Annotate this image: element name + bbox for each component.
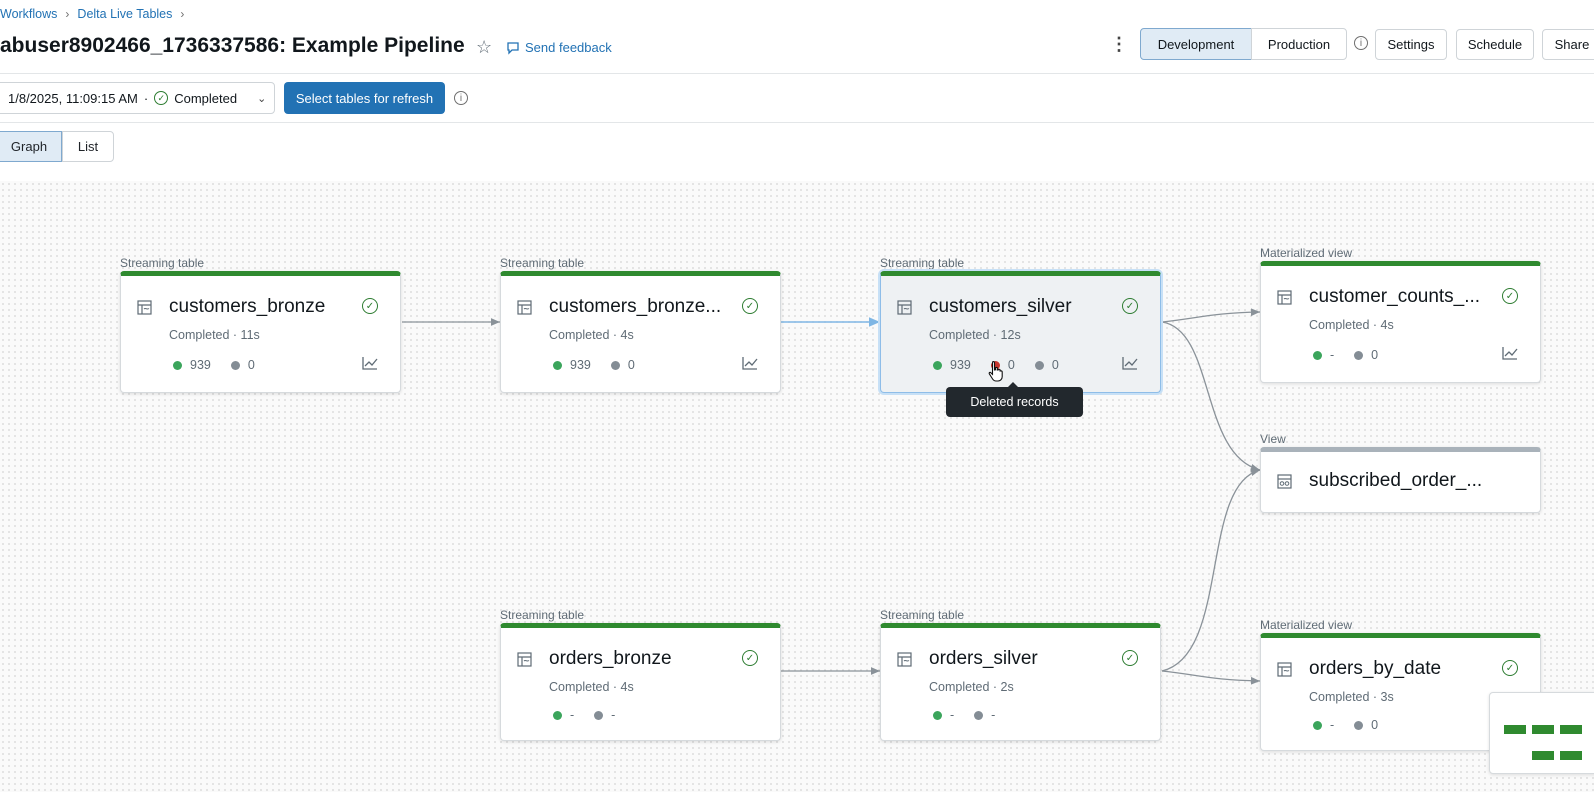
node-name: orders_silver [929, 648, 1038, 669]
node-type-label: Streaming table [880, 608, 965, 622]
node-status: Completed · 12s [929, 328, 1021, 342]
materialized-view-icon [1277, 290, 1292, 305]
graph-minimap[interactable] [1489, 692, 1594, 774]
view-icon [1277, 474, 1292, 489]
streaming-table-icon [517, 300, 532, 315]
node-status: Completed · 4s [1309, 318, 1394, 332]
line-chart-icon[interactable] [362, 356, 378, 370]
node-type-label: Streaming table [120, 256, 205, 270]
node-name: orders_bronze [549, 648, 672, 669]
node-type-label: View [1260, 432, 1286, 446]
node-metrics: - - [933, 708, 995, 722]
minimap-node [1532, 751, 1554, 760]
node-metrics: 939 0 [173, 358, 255, 372]
dropped-records-dot[interactable] [1034, 360, 1044, 370]
edge-silver-to-customer-counts [1161, 308, 1261, 323]
node-name: customers_bronze [169, 296, 326, 317]
line-chart-icon[interactable] [1502, 346, 1518, 360]
dropped-records-count: - [991, 708, 996, 722]
edge-silver-to-subscribed-view [1161, 321, 1261, 472]
node-metrics: - - [553, 708, 615, 722]
materialized-view-icon [1277, 662, 1292, 677]
dropped-records-dot[interactable] [1354, 350, 1364, 360]
node-customers-bronze-2[interactable]: customers_bronze... ✓ Completed · 4s 939… [500, 271, 781, 393]
check-circle-icon: ✓ [1122, 298, 1138, 314]
node-metrics: - 0 [1313, 718, 1378, 732]
node-status: Completed · 4s [549, 680, 634, 694]
node-status: Completed · 3s [1309, 690, 1394, 704]
dropped-records-dot[interactable] [1354, 720, 1364, 730]
node-customer-counts[interactable]: customer_counts_... ✓ Completed · 4s - 0 [1260, 261, 1541, 383]
node-type-label: Materialized view [1260, 246, 1353, 260]
dropped-records-count: 0 [1051, 358, 1059, 372]
minimap-node [1504, 725, 1526, 734]
node-customers-silver[interactable]: customers_silver ✓ Completed · 12s 939 0… [880, 271, 1161, 393]
edge-orders-silver-to-subscribed-view [1161, 468, 1261, 672]
streaming-table-icon [517, 652, 532, 667]
node-status: Completed · 11s [169, 328, 260, 342]
written-records-dot[interactable] [553, 360, 562, 370]
node-name: customer_counts_... [1309, 286, 1481, 307]
dropped-records-count: 0 [1371, 718, 1379, 732]
streaming-table-icon [897, 300, 912, 315]
minimap-node [1532, 725, 1554, 734]
edge-orders-silver-to-orders-by-date [1161, 670, 1261, 685]
node-name: customers_bronze... [549, 296, 722, 317]
minimap-node [1560, 725, 1582, 734]
check-circle-icon: ✓ [742, 298, 758, 314]
dropped-records-count: 0 [1371, 348, 1379, 362]
hand-cursor-icon [988, 360, 1003, 382]
node-status: Completed · 4s [549, 328, 634, 342]
deleted-records-tooltip: Deleted records [946, 382, 1083, 417]
node-orders-bronze[interactable]: orders_bronze ✓ Completed · 4s - - [500, 623, 781, 741]
dropped-records-count: 0 [247, 358, 255, 372]
written-records-count: - [1330, 718, 1335, 732]
check-circle-icon: ✓ [1502, 660, 1518, 676]
written-records-count: 939 [570, 358, 591, 372]
written-records-dot[interactable] [933, 710, 942, 720]
check-circle-icon: ✓ [362, 298, 378, 314]
deleted-records-count: 0 [1007, 358, 1015, 372]
minimap-node [1560, 751, 1582, 760]
written-records-count: - [1330, 348, 1335, 362]
check-circle-icon: ✓ [1502, 288, 1518, 304]
dropped-records-count: - [611, 708, 616, 722]
node-subscribed-order-view[interactable]: subscribed_order_... [1260, 447, 1541, 513]
dropped-records-count: 0 [627, 358, 635, 372]
dropped-records-dot[interactable] [230, 360, 240, 370]
line-chart-icon[interactable] [742, 356, 758, 370]
node-customers-bronze[interactable]: customers_bronze ✓ Completed · 11s 939 0 [120, 271, 401, 393]
written-records-dot[interactable] [553, 710, 562, 720]
node-name: orders_by_date [1309, 658, 1442, 679]
written-records-dot[interactable] [933, 360, 942, 370]
written-records-count: 939 [190, 358, 211, 372]
node-type-label: Streaming table [500, 256, 585, 270]
streaming-table-icon [137, 300, 152, 315]
node-metrics: - 0 [1313, 348, 1378, 362]
dropped-records-dot[interactable] [610, 360, 620, 370]
check-circle-icon: ✓ [1122, 650, 1138, 666]
node-name: customers_silver [929, 296, 1072, 317]
written-records-count: - [570, 708, 575, 722]
dropped-records-dot[interactable] [594, 710, 604, 720]
written-records-dot[interactable] [1313, 720, 1322, 730]
written-records-count: 939 [950, 358, 971, 372]
check-circle-icon: ✓ [742, 650, 758, 666]
node-status: Completed · 2s [929, 680, 1014, 694]
written-records-dot[interactable] [173, 360, 182, 370]
written-records-count: - [950, 708, 955, 722]
node-type-label: Streaming table [500, 608, 585, 622]
streaming-table-icon [897, 652, 912, 667]
node-name: subscribed_order_... [1309, 470, 1483, 491]
written-records-dot[interactable] [1313, 350, 1322, 360]
node-metrics: 939 0 [553, 358, 635, 372]
node-orders-silver[interactable]: orders_silver ✓ Completed · 2s - - [880, 623, 1161, 741]
dropped-records-dot[interactable] [974, 710, 984, 720]
node-type-label: Materialized view [1260, 618, 1353, 632]
line-chart-icon[interactable] [1122, 356, 1138, 370]
node-type-label: Streaming table [880, 256, 965, 270]
